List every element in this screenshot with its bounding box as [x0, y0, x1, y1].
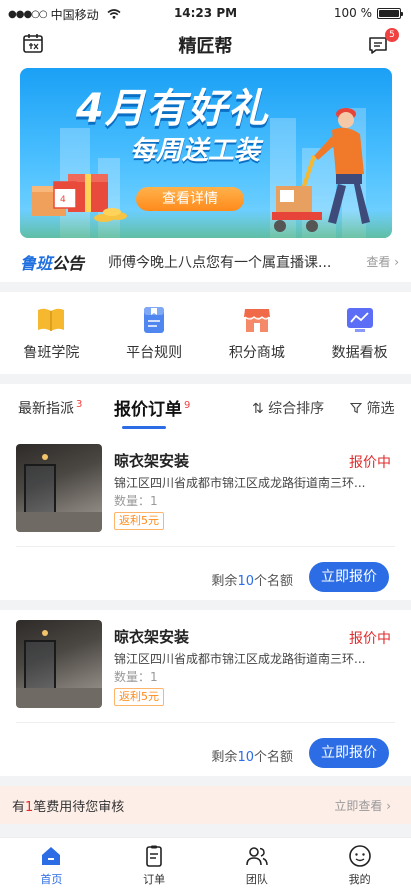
remaining-slots: 剩余10个名额	[211, 746, 293, 765]
order-status: 报价中	[349, 455, 391, 471]
notice-more-link[interactable]: 查看 ›	[366, 253, 399, 270]
gift-boxes-illustration: 4	[32, 174, 127, 222]
svg-text:4: 4	[60, 195, 66, 205]
remaining-prefix: 剩余	[211, 574, 238, 589]
order-icon	[142, 844, 166, 868]
bottom-tab-bar: 首页 订单 团队 我的	[0, 837, 411, 891]
worker-illustration	[272, 108, 370, 232]
quick-entry-rules[interactable]: 平台规则	[103, 292, 206, 374]
quick-entry-label: 数据看板	[331, 345, 388, 361]
order-quantity: 数量：1	[114, 670, 158, 684]
dashboard-icon	[345, 306, 375, 334]
order-name: 晾衣架安装	[114, 452, 190, 470]
rebate-tag: 返利5元	[114, 688, 164, 706]
quote-now-button[interactable]: 立即报价	[309, 562, 389, 592]
promo-banner[interactable]: 4 4月有好礼 每周送工装 查看详情	[20, 68, 392, 238]
notice-text: 师傅今晚上八点您有一个属直播课...	[108, 255, 332, 271]
tab-quote-orders[interactable]: 报价订单 9	[114, 395, 191, 429]
filter-button[interactable]: 筛选	[349, 398, 395, 418]
app-header: 精匠帮 5	[0, 28, 411, 62]
banner-detail-button[interactable]: 查看详情	[136, 187, 244, 211]
filter-icon	[349, 401, 366, 417]
order-name: 晾衣架安装	[114, 628, 190, 646]
home-icon	[39, 844, 63, 868]
quick-entry-dashboard[interactable]: 数据看板	[308, 292, 411, 374]
banner-headline: 4月有好礼	[76, 86, 269, 132]
order-card[interactable]: 晾衣架安装 报价中 锦江区四川省成都市锦江区成龙路街道南三环... 数量：1 返…	[0, 434, 411, 600]
banner-subline: 每周送工装	[130, 136, 261, 166]
remaining-suffix: 个名额	[253, 750, 293, 765]
banner-section: 4 4月有好礼 每周送工装 查看详情	[0, 62, 411, 242]
tabbar-label: 首页	[40, 873, 63, 886]
tabbar-label: 我的	[348, 873, 371, 886]
tab-latest-label: 最新指派	[18, 401, 74, 417]
store-icon	[242, 306, 272, 334]
thumbnail-floor	[16, 688, 102, 708]
rules-icon	[139, 306, 169, 334]
quote-now-button[interactable]: 立即报价	[309, 738, 389, 768]
tab-quote-count: 9	[184, 400, 191, 412]
profile-icon	[348, 844, 372, 868]
battery-icon	[377, 7, 403, 19]
card-divider	[16, 722, 395, 723]
thumbnail-lamp	[42, 454, 48, 460]
remaining-count: 10	[237, 750, 254, 765]
order-card[interactable]: 晾衣架安装 报价中 锦江区四川省成都市锦江区成龙路街道南三环... 数量：1 返…	[0, 610, 411, 776]
notice-brand-part1: 鲁班	[20, 254, 53, 273]
notice-brand: 鲁班公告	[20, 250, 84, 274]
thumbnail-lamp	[42, 630, 48, 636]
battery-indicator: 100 %	[333, 6, 403, 20]
quick-entry-label: 平台规则	[126, 345, 183, 361]
quick-entry-label: 鲁班学院	[23, 345, 80, 361]
tabbar-label: 订单	[143, 873, 166, 886]
remaining-count: 10	[237, 574, 254, 589]
message-badge: 5	[385, 28, 399, 42]
tabbar-label: 团队	[245, 873, 268, 886]
tabbar-orders[interactable]: 订单	[103, 838, 206, 891]
pending-view-link[interactable]: 立即查看 ›	[334, 797, 391, 814]
battery-percent: 100 %	[333, 6, 372, 20]
tab-latest-count: 3	[76, 399, 83, 411]
rebate-tag: 返利5元	[114, 512, 164, 530]
tabbar-team[interactable]: 团队	[206, 838, 309, 891]
remaining-prefix: 剩余	[211, 750, 238, 765]
remaining-suffix: 个名额	[253, 574, 293, 589]
pending-fee-text: 有1笔费用待您审核	[12, 796, 124, 815]
order-thumbnail	[16, 444, 102, 532]
book-icon	[36, 306, 66, 334]
filter-label: 筛选	[366, 401, 395, 417]
quick-entry-label: 积分商城	[228, 345, 285, 361]
order-tabs: 最新指派 3 报价订单 9 ⇅ 综合排序 筛选	[0, 384, 411, 434]
notice-bar[interactable]: 鲁班公告 师傅今晚上八点您有一个属直播课... 查看 ›	[0, 242, 411, 282]
notice-brand-part2: 公告	[52, 254, 85, 273]
order-status: 报价中	[349, 631, 391, 647]
order-quantity: 数量：1	[114, 494, 158, 508]
tab-quote-label: 报价订单	[114, 400, 182, 420]
order-address: 锦江区四川省成都市锦江区成龙路街道南三环...	[114, 476, 366, 490]
quick-entry-store[interactable]: 积分商城	[206, 292, 309, 374]
sort-button[interactable]: ⇅ 综合排序	[252, 398, 324, 418]
card-divider	[16, 546, 395, 547]
tabbar-home[interactable]: 首页	[0, 838, 103, 891]
quick-entry-academy[interactable]: 鲁班学院	[0, 292, 103, 374]
status-bar: ●●●○○ 中国移动 14:23 PM 100 %	[0, 0, 411, 28]
team-icon	[245, 844, 269, 868]
pending-fee-bar[interactable]: 有1笔费用待您审核 立即查看 ›	[0, 786, 411, 824]
pending-prefix: 有	[12, 800, 26, 815]
quick-entry-grid: 鲁班学院 平台规则 积分商城 数据看板	[0, 292, 411, 374]
thumbnail-floor	[16, 512, 102, 532]
tab-latest-assigned[interactable]: 最新指派 3	[18, 398, 82, 418]
tabbar-profile[interactable]: 我的	[308, 838, 411, 891]
remaining-slots: 剩余10个名额	[211, 570, 293, 589]
order-address: 锦江区四川省成都市锦江区成龙路街道南三环...	[114, 652, 366, 666]
pending-suffix: 笔费用待您审核	[33, 800, 125, 815]
order-thumbnail	[16, 620, 102, 708]
page-title: 精匠帮	[178, 36, 233, 57]
